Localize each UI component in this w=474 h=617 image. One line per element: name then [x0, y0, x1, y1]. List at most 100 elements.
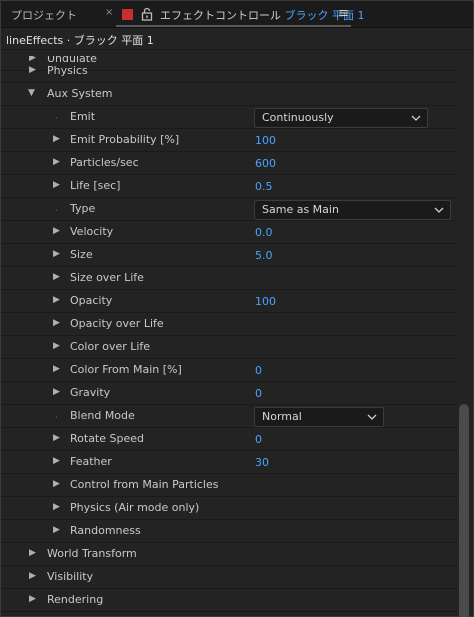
dropdown-value: Normal	[262, 410, 302, 423]
prop-label: Size over Life	[70, 271, 144, 284]
prop-label: Type	[70, 202, 96, 215]
tab-layer-name: ブラック 平面 1	[284, 9, 365, 22]
prop-label: Physics	[47, 64, 88, 77]
twirl-right-icon[interactable]: ▶	[53, 134, 60, 144]
prop-value[interactable]: 0.5	[255, 180, 273, 193]
twirl-right-icon[interactable]: ▶	[53, 295, 60, 305]
prop-label: Opacity over Life	[70, 317, 164, 330]
prop-value[interactable]: 5.0	[255, 249, 273, 262]
active-tab-indicator	[116, 25, 351, 27]
twirl-right-icon[interactable]: ▶	[53, 364, 60, 374]
tab-project[interactable]: プロジェクト	[11, 7, 77, 23]
prop-row-color-from-main[interactable]: ▶ Color From Main [%] 0	[1, 359, 457, 382]
twirl-right-icon[interactable]: ▶	[53, 272, 60, 282]
prop-label: Size	[70, 248, 93, 261]
prop-label: Life [sec]	[70, 179, 121, 192]
prop-label: Particles/sec	[70, 156, 139, 169]
prop-row-physics-air[interactable]: ▶ Physics (Air mode only)	[1, 497, 457, 520]
twirl-right-icon[interactable]: ▶	[29, 594, 36, 604]
twirl-right-icon[interactable]: ▶	[29, 548, 36, 558]
blend-mode-dropdown[interactable]: Normal	[254, 407, 384, 427]
prop-row-world-transform[interactable]: ▶ World Transform	[1, 543, 457, 566]
twirl-right-icon[interactable]: ▶	[53, 387, 60, 397]
panel-menu-icon[interactable]: ≡	[338, 6, 349, 21]
prop-row-emit-probability[interactable]: ▶ Emit Probability [%] 100	[1, 129, 457, 152]
effect-controls-panel: プロジェクト × エフェクトコントロール ブラック 平面 1 ≡ lineEff…	[0, 0, 474, 617]
prop-value[interactable]: 30	[255, 456, 269, 469]
prop-label: Visibility	[47, 570, 94, 583]
dropdown-value: Continuously	[262, 111, 334, 124]
tab-effect-controls-label: エフェクトコントロール	[160, 9, 281, 22]
prop-row-emit: · Emit Continuously	[1, 106, 457, 129]
prop-label: Color over Life	[70, 340, 151, 353]
twirl-right-icon[interactable]: ▶	[53, 226, 60, 236]
type-dropdown[interactable]: Same as Main	[254, 200, 451, 220]
twirl-down-icon[interactable]: ▼	[28, 88, 35, 98]
twirl-right-icon[interactable]: ▶	[53, 479, 60, 489]
twirl-right-icon[interactable]: ▶	[53, 433, 60, 443]
prop-value[interactable]: 0	[255, 364, 262, 377]
twirl-right-icon[interactable]: ▶	[53, 318, 60, 328]
twirl-right-icon[interactable]: ▶	[53, 157, 60, 167]
prop-label: Emit	[70, 110, 96, 123]
no-twirl-icon: ·	[55, 206, 58, 216]
prop-row-aux-system[interactable]: ▼ Aux System	[1, 83, 457, 106]
prop-label: Control from Main Particles	[70, 478, 219, 491]
prop-row-size-over-life[interactable]: ▶ Size over Life	[1, 267, 457, 290]
prop-row-velocity[interactable]: ▶ Velocity 0.0	[1, 221, 457, 244]
twirl-right-icon[interactable]: ▶	[53, 180, 60, 190]
tab-effect-controls[interactable]: エフェクトコントロール ブラック 平面 1	[160, 7, 365, 23]
prop-value[interactable]: 100	[255, 295, 276, 308]
panel-tab-bar: プロジェクト × エフェクトコントロール ブラック 平面 1 ≡	[1, 1, 473, 28]
prop-label: Blend Mode	[70, 409, 135, 422]
prop-value[interactable]: 600	[255, 157, 276, 170]
prop-row-feather[interactable]: ▶ Feather 30	[1, 451, 457, 474]
prop-row-opacity[interactable]: ▶ Opacity 100	[1, 290, 457, 313]
twirl-right-icon[interactable]: ▶	[53, 456, 60, 466]
prop-value[interactable]: 0.0	[255, 226, 273, 239]
prop-value[interactable]: 0	[255, 387, 262, 400]
prop-label: Rotate Speed	[70, 432, 144, 445]
prop-label: Feather	[70, 455, 112, 468]
prop-label: Aux System	[47, 87, 113, 100]
prop-row-rendering[interactable]: ▶ Rendering	[1, 589, 457, 612]
chevron-down-icon	[434, 207, 444, 213]
prop-label: Color From Main [%]	[70, 363, 182, 376]
twirl-right-icon[interactable]: ▶	[53, 341, 60, 351]
twirl-right-icon[interactable]: ▶	[29, 65, 36, 75]
prop-row-physics[interactable]: ▶ Physics	[1, 60, 457, 83]
prop-label: Emit Probability [%]	[70, 133, 180, 146]
prop-label: Gravity	[70, 386, 111, 399]
prop-row-gravity[interactable]: ▶ Gravity 0	[1, 382, 457, 405]
prop-value[interactable]: 0	[255, 433, 262, 446]
prop-row-control-from-main[interactable]: ▶ Control from Main Particles	[1, 474, 457, 497]
prop-row-color-over-life[interactable]: ▶ Color over Life	[1, 336, 457, 359]
twirl-right-icon[interactable]: ▶	[53, 502, 60, 512]
lock-icon[interactable]	[141, 7, 153, 21]
chevron-down-icon	[367, 414, 377, 420]
prop-row-rotate-speed[interactable]: ▶ Rotate Speed 0	[1, 428, 457, 451]
scrollbar-thumb[interactable]	[459, 404, 469, 617]
prop-row-particles-sec[interactable]: ▶ Particles/sec 600	[1, 152, 457, 175]
vertical-scrollbar[interactable]	[458, 56, 470, 617]
twirl-right-icon[interactable]: ▶	[53, 249, 60, 259]
prop-row-randomness[interactable]: ▶ Randomness	[1, 520, 457, 543]
emit-dropdown[interactable]: Continuously	[254, 108, 428, 128]
no-twirl-icon: ·	[55, 413, 58, 423]
twirl-right-icon[interactable]: ▶	[53, 525, 60, 535]
prop-label: Velocity	[70, 225, 114, 238]
layer-header: lineEffects · ブラック 平面 1	[1, 28, 473, 50]
prop-label: World Transform	[47, 547, 137, 560]
prop-label: Physics (Air mode only)	[70, 501, 200, 514]
twirl-right-icon[interactable]: ▶	[29, 571, 36, 581]
prop-value[interactable]: 100	[255, 134, 276, 147]
prop-row-opacity-over-life[interactable]: ▶ Opacity over Life	[1, 313, 457, 336]
prop-row-size[interactable]: ▶ Size 5.0	[1, 244, 457, 267]
chevron-down-icon	[411, 115, 421, 121]
property-list: ▶ Undulate ▶ Physics ▼ Aux System · Emit…	[1, 56, 457, 612]
dropdown-value: Same as Main	[262, 203, 339, 216]
close-tab-icon[interactable]: ×	[105, 7, 113, 18]
prop-row-visibility[interactable]: ▶ Visibility	[1, 566, 457, 589]
prop-label: Randomness	[70, 524, 141, 537]
prop-row-life-sec[interactable]: ▶ Life [sec] 0.5	[1, 175, 457, 198]
